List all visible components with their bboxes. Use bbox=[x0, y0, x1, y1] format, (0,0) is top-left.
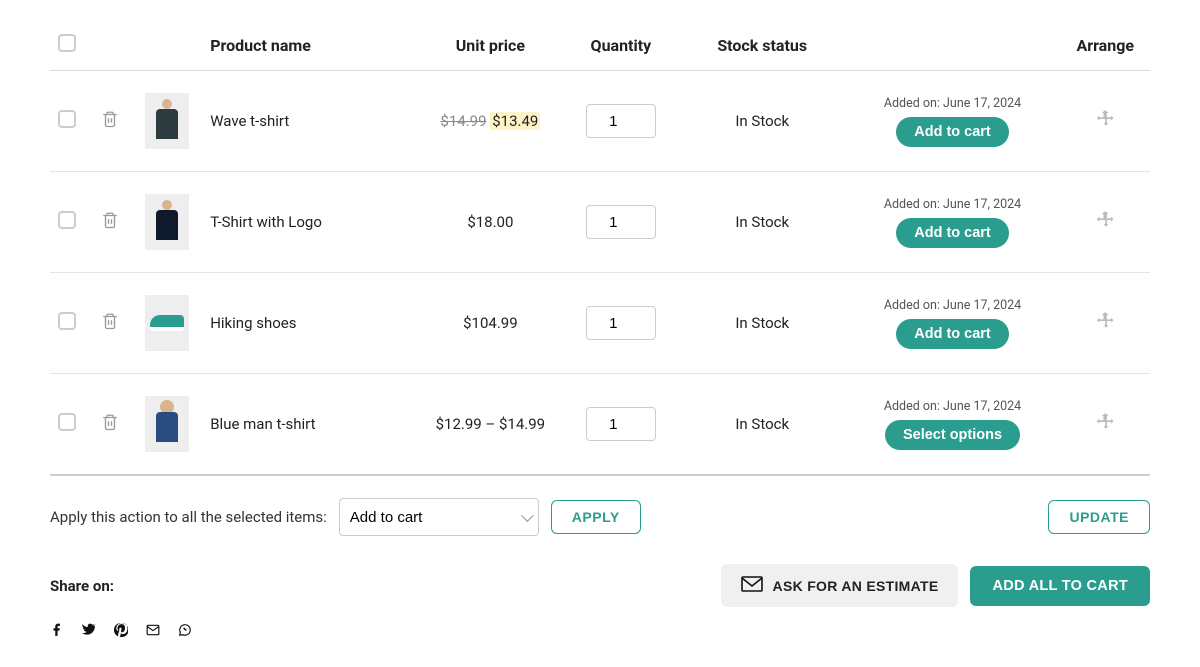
added-date: Added on: June 17, 2024 bbox=[852, 399, 1053, 414]
trash-icon[interactable] bbox=[101, 311, 119, 331]
drag-handle-icon[interactable] bbox=[1096, 418, 1116, 436]
product-thumbnail[interactable] bbox=[145, 93, 189, 149]
share-label: Share on: bbox=[50, 577, 114, 595]
facebook-icon[interactable] bbox=[50, 623, 64, 637]
stock-status: In Stock bbox=[681, 374, 844, 476]
product-link[interactable]: Blue man t-shirt bbox=[210, 415, 315, 433]
twitter-icon[interactable] bbox=[82, 623, 96, 637]
row-action-button[interactable]: Add to cart bbox=[896, 117, 1009, 147]
ask-estimate-button[interactable]: ASK FOR AN ESTIMATE bbox=[721, 564, 959, 607]
select-all-checkbox[interactable] bbox=[58, 34, 76, 52]
row-action-button[interactable]: Add to cart bbox=[896, 319, 1009, 349]
row-action-button[interactable]: Select options bbox=[885, 420, 1020, 450]
row-checkbox[interactable] bbox=[58, 312, 76, 330]
product-link[interactable]: Hiking shoes bbox=[210, 314, 296, 332]
apply-button[interactable]: APPLY bbox=[551, 500, 641, 534]
added-date: Added on: June 17, 2024 bbox=[852, 96, 1053, 111]
envelope-icon bbox=[741, 576, 763, 595]
quantity-input[interactable] bbox=[586, 104, 656, 138]
email-icon[interactable] bbox=[146, 623, 160, 637]
added-date: Added on: June 17, 2024 bbox=[852, 197, 1053, 212]
table-row: Hiking shoes $104.99 In Stock Added on: Jun… bbox=[50, 273, 1150, 374]
row-checkbox[interactable] bbox=[58, 413, 76, 431]
trash-icon[interactable] bbox=[101, 210, 119, 230]
trash-icon[interactable] bbox=[101, 412, 119, 432]
product-link[interactable]: T-Shirt with Logo bbox=[210, 213, 322, 231]
table-row: Blue man t-shirt $12.99 – $14.99 In Stock A… bbox=[50, 374, 1150, 476]
update-button[interactable]: UPDATE bbox=[1048, 500, 1150, 534]
old-price: $14.99 bbox=[440, 112, 486, 130]
trash-icon[interactable] bbox=[101, 109, 119, 129]
header-unit-price: Unit price bbox=[420, 20, 561, 71]
product-thumbnail[interactable] bbox=[145, 396, 189, 452]
price: $12.99 – $14.99 bbox=[436, 415, 546, 433]
product-thumbnail[interactable] bbox=[145, 194, 189, 250]
drag-handle-icon[interactable] bbox=[1096, 317, 1116, 335]
apply-label: Apply this action to all the selected it… bbox=[50, 508, 327, 526]
pinterest-icon[interactable] bbox=[114, 623, 128, 637]
header-stock-status: Stock status bbox=[681, 20, 844, 71]
bulk-action-select[interactable]: Add to cart bbox=[339, 498, 539, 536]
sale-price: $13.49 bbox=[490, 112, 540, 130]
stock-status: In Stock bbox=[681, 273, 844, 374]
drag-handle-icon[interactable] bbox=[1096, 216, 1116, 234]
header-arrange: Arrange bbox=[1061, 20, 1150, 71]
price: $104.99 bbox=[463, 314, 518, 332]
ask-estimate-label: ASK FOR AN ESTIMATE bbox=[773, 578, 939, 594]
added-date: Added on: June 17, 2024 bbox=[852, 298, 1053, 313]
header-quantity: Quantity bbox=[561, 20, 681, 71]
table-row: Wave t-shirt $14.99 $13.49 In Stock Added o… bbox=[50, 71, 1150, 172]
row-checkbox[interactable] bbox=[58, 110, 76, 128]
price: $18.00 bbox=[467, 213, 513, 231]
wishlist-table: Product name Unit price Quantity Stock s… bbox=[50, 20, 1150, 476]
row-action-button[interactable]: Add to cart bbox=[896, 218, 1009, 248]
stock-status: In Stock bbox=[681, 71, 844, 172]
quantity-input[interactable] bbox=[586, 306, 656, 340]
share-icons bbox=[50, 623, 1150, 637]
whatsapp-icon[interactable] bbox=[178, 623, 192, 637]
quantity-input[interactable] bbox=[586, 407, 656, 441]
quantity-input[interactable] bbox=[586, 205, 656, 239]
add-all-to-cart-button[interactable]: ADD ALL TO CART bbox=[970, 566, 1150, 606]
product-thumbnail[interactable] bbox=[145, 295, 189, 351]
header-product-name: Product name bbox=[202, 20, 419, 71]
stock-status: In Stock bbox=[681, 172, 844, 273]
drag-handle-icon[interactable] bbox=[1096, 115, 1116, 133]
product-link[interactable]: Wave t-shirt bbox=[210, 112, 289, 130]
row-checkbox[interactable] bbox=[58, 211, 76, 229]
table-row: T-Shirt with Logo $18.00 In Stock Added on:… bbox=[50, 172, 1150, 273]
